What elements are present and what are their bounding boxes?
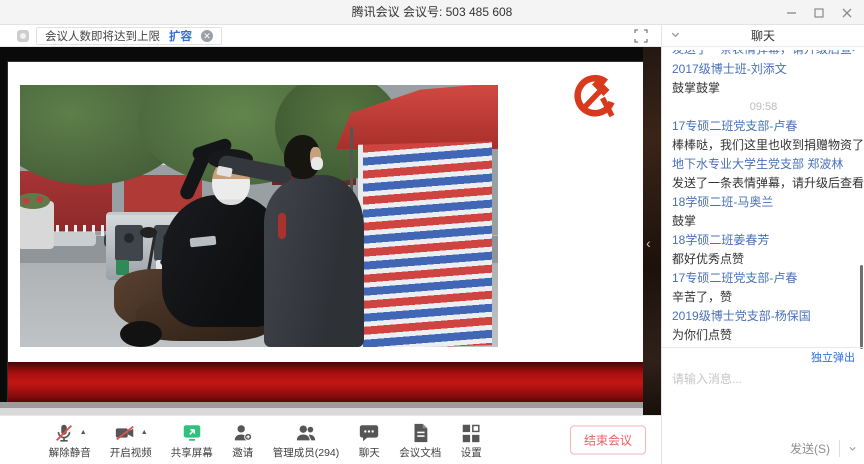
camera-off-icon — [114, 422, 136, 444]
fullscreen-icon[interactable] — [634, 29, 648, 43]
start-video-button[interactable]: ▲ 开启视频 — [110, 422, 152, 460]
invite-label: 邀请 — [232, 445, 253, 460]
mic-muted-icon — [53, 422, 75, 444]
health-worker-person — [264, 175, 364, 347]
hammer-sickle-emblem — [568, 75, 618, 123]
invite-button[interactable]: 邀请 — [232, 422, 254, 460]
chat-message-list: 发送了一条表情弹幕，请升级后查看。 2017级博士班-刘添文鼓掌鼓掌 09:58 17… — [662, 47, 864, 347]
popout-chat-link[interactable]: 独立弹出 — [811, 349, 855, 365]
capacity-notification: 会议人数即将达到上限 扩容 ✕ — [36, 27, 222, 45]
slide-bottom-strip — [0, 408, 661, 415]
chat-message: 鼓掌 — [672, 215, 855, 228]
chat-bubble-icon — [358, 422, 380, 444]
notification-bar: 会议人数即将达到上限 扩容 ✕ — [0, 25, 661, 47]
manage-members-button[interactable]: 管理成员(294) — [273, 422, 340, 460]
share-screen-icon — [181, 422, 203, 444]
chat-sender: 2019级博士党支部-杨保国 — [672, 310, 855, 323]
meeting-toolbar: ▲ 解除静音 ▲ — [0, 415, 661, 464]
chat-sender: 2017级博士班-刘添文 — [672, 63, 855, 76]
notification-close-icon[interactable]: ✕ — [201, 30, 213, 42]
chat-title: 聊天 — [662, 25, 864, 47]
window-title: 腾讯会议 会议号: 503 485 608 — [0, 0, 864, 25]
chat-sender: 地下水专业大学生党支部 郑波林 — [672, 158, 855, 171]
unmute-button[interactable]: ▲ 解除静音 — [49, 422, 91, 460]
document-icon — [409, 422, 431, 444]
settings-label: 设置 — [461, 445, 482, 460]
chat-sender: 17专硕二班党支部-卢春 — [672, 120, 855, 133]
settings-grid-icon — [460, 422, 482, 444]
chat-scrollbar[interactable] — [860, 265, 863, 349]
share-screen-label: 共享屏幕 — [171, 445, 213, 460]
chat-tool-label: 聊天 — [359, 445, 380, 460]
share-screen-button[interactable]: 共享屏幕 — [171, 422, 213, 460]
chevron-left-icon: ‹ — [646, 235, 651, 251]
slide-photo: 城衣 — [20, 85, 498, 347]
expand-capacity-link[interactable]: 扩容 — [169, 28, 192, 44]
minimize-icon[interactable] — [784, 6, 798, 20]
chat-message: 鼓掌鼓掌 — [672, 82, 855, 95]
meeting-docs-label: 会议文档 — [399, 445, 441, 460]
flower-planter — [20, 201, 54, 249]
notification-text: 会议人数即将达到上限 — [45, 28, 160, 44]
chat-footer: 独立弹出 请输入消息... 发送(S) — [662, 347, 864, 464]
chat-message: 辛苦了，赞 — [672, 291, 855, 304]
presentation-slide: 城衣 — [8, 62, 643, 402]
tent-striped-curtain — [358, 141, 492, 347]
send-options-chevron-icon[interactable] — [840, 444, 857, 453]
close-icon[interactable] — [840, 6, 854, 20]
window-controls — [784, 0, 854, 25]
chat-button[interactable]: 聊天 — [358, 422, 380, 460]
unmute-label: 解除静音 — [49, 445, 91, 460]
chat-message: 棒棒哒，我们这里也收到捐赠物资了 — [672, 139, 855, 152]
slide-red-banner — [8, 362, 643, 402]
chat-panel: 聊天 发送了一条表情弹幕，请升级后查看。 2017级博士班-刘添文鼓掌鼓掌 09:5… — [661, 25, 864, 464]
chat-message: 为你们点赞 — [672, 329, 855, 342]
shared-screen-video: 城衣 — [0, 47, 661, 415]
titlebar: 腾讯会议 会议号: 503 485 608 — [0, 0, 864, 25]
video-options-chevron-icon[interactable]: ▲ — [141, 429, 148, 436]
invite-icon — [232, 422, 254, 444]
chat-message: 都好优秀点赞 — [672, 253, 855, 266]
send-button[interactable]: 发送(S) — [790, 440, 840, 457]
chat-sender: 17专硕二班党支部-卢春 — [672, 272, 855, 285]
end-meeting-button[interactable]: 结束会议 — [570, 426, 646, 455]
chat-input[interactable]: 请输入消息... — [662, 366, 864, 426]
main-stage: 会议人数即将达到上限 扩容 ✕ — [0, 25, 661, 464]
screen-edge-strip: ‹ — [643, 47, 661, 415]
mic-options-chevron-icon[interactable]: ▲ — [80, 429, 87, 436]
announcement-icon — [17, 30, 29, 42]
manage-members-label: 管理成员(294) — [273, 445, 340, 460]
members-icon — [295, 422, 317, 444]
chat-timestamp: 09:58 — [672, 101, 855, 113]
chat-sender: 18学硕二班-马奥兰 — [672, 196, 855, 209]
chat-message-partial: 发送了一条表情弹幕，请升级后查看。 — [672, 50, 855, 58]
chat-message: 发送了一条表情弹幕，请升级后查看。 — [672, 177, 855, 190]
start-video-label: 开启视频 — [110, 445, 152, 460]
meeting-docs-button[interactable]: 会议文档 — [399, 422, 441, 460]
chat-header: 聊天 — [662, 25, 864, 47]
maximize-icon[interactable] — [812, 6, 826, 20]
chat-sender: 18学硕二班姜春芳 — [672, 234, 855, 247]
tencent-meeting-window: 腾讯会议 会议号: 503 485 608 会议人数即将达到上限 扩容 ✕ — [0, 0, 864, 464]
settings-button[interactable]: 设置 — [460, 422, 482, 460]
